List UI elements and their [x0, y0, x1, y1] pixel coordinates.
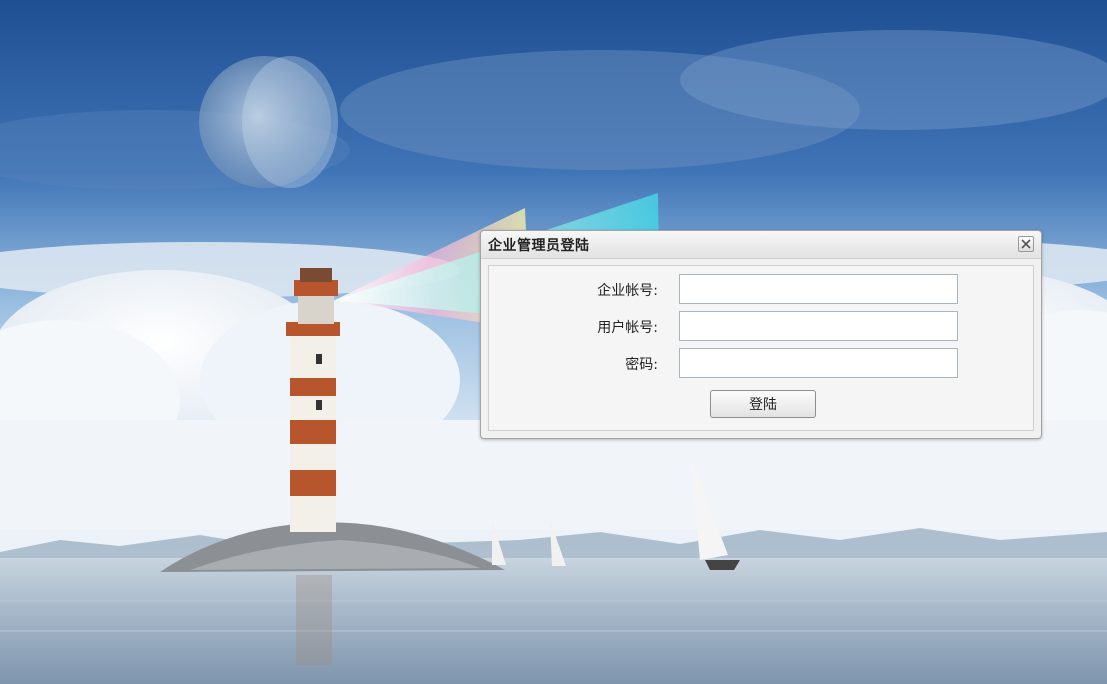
login-dialog: 企业管理员登陆 企业帐号: 用户帐号: 密码: 登陆	[480, 230, 1042, 439]
dialog-title: 企业管理员登陆	[488, 238, 590, 254]
user-account-label: 用户帐号:	[597, 320, 658, 336]
password-row: 密码:	[489, 348, 1033, 378]
login-form: 企业帐号: 用户帐号: 密码: 登陆	[488, 265, 1034, 431]
company-account-row: 企业帐号:	[489, 274, 1033, 304]
password-label: 密码:	[625, 357, 658, 373]
company-account-label: 企业帐号:	[597, 283, 658, 299]
dialog-titlebar[interactable]: 企业管理员登陆	[481, 231, 1041, 259]
close-button[interactable]	[1018, 236, 1034, 252]
login-button[interactable]: 登陆	[710, 390, 816, 418]
user-account-row: 用户帐号:	[489, 311, 1033, 341]
user-account-input[interactable]	[679, 311, 958, 341]
close-icon	[1021, 239, 1031, 249]
company-account-input[interactable]	[679, 274, 958, 304]
password-input[interactable]	[679, 348, 958, 378]
